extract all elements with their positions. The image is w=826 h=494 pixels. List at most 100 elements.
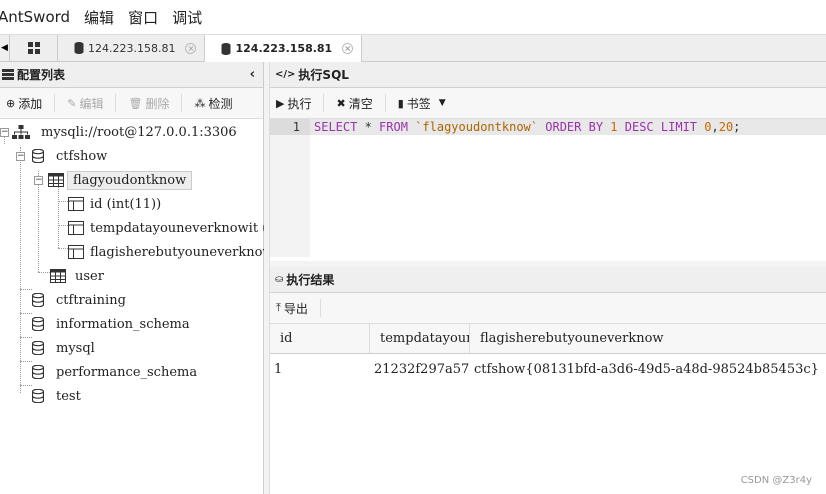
tab-label: 124.223.158.81 — [88, 41, 176, 55]
menu-edit[interactable]: 编辑 — [84, 7, 114, 28]
tree-line — [20, 147, 21, 393]
collapse-toggle-icon[interactable]: − — [0, 128, 9, 137]
upload-icon: ⤒ — [276, 301, 281, 314]
column-header[interactable]: flagisherebutyouneverknow — [470, 324, 826, 353]
collapse-icon[interactable]: ‹ — [250, 67, 255, 82]
tree-node-label: test — [56, 388, 81, 404]
sql-token: * — [357, 120, 380, 134]
menu-window[interactable]: 窗口 — [128, 7, 158, 28]
tree-line — [58, 201, 68, 202]
result-toolbar: ⤒ 导出 — [270, 293, 826, 324]
tree-node-label: mysqli://root@127.0.0.1:3306 — [41, 124, 237, 140]
toolbar-separator — [54, 94, 56, 112]
collapse-toggle-icon[interactable]: − — [34, 176, 43, 185]
sql-editor[interactable]: 1 SELECT * FROM `flagyoudontknow` ORDER … — [270, 119, 826, 261]
config-list-panel: 配置列表 ‹ ⊕ 添加 ✎ 编辑 🗑 删除 ⁂ 检测 − mysqli://ro… — [0, 62, 264, 494]
tree-line — [38, 171, 39, 272]
tree-node-table-flagyoudontknow[interactable]: flagyoudontknow — [48, 169, 193, 191]
tree-node-db[interactable]: performance_schema — [32, 361, 202, 383]
play-icon: ▶ — [276, 96, 285, 110]
panel-header: ⛀ 执行结果 — [270, 267, 826, 293]
table-cell: 1 — [274, 361, 283, 377]
tab-scroll-left-icon[interactable]: ◀ — [0, 35, 10, 61]
column-icon — [68, 221, 84, 235]
column-icon — [68, 245, 84, 259]
inbox-icon: ⛀ — [275, 274, 284, 285]
grid-icon — [27, 42, 40, 54]
tree-node-table-user[interactable]: user — [50, 265, 109, 287]
tab-connection-2[interactable]: 124.223.158.81 × — [205, 35, 363, 62]
tree-node-db[interactable]: test — [32, 385, 86, 407]
column-header[interactable]: id — [270, 324, 370, 353]
tab-label: 124.223.158.81 — [235, 42, 333, 55]
tree-node-db[interactable]: mysql — [32, 337, 100, 359]
tree-line — [4, 136, 5, 144]
pencil-icon: ✎ — [67, 96, 77, 110]
database-icon — [74, 42, 84, 54]
edit-button[interactable]: ✎ 编辑 — [67, 95, 103, 112]
close-icon[interactable]: × — [185, 42, 197, 54]
watermark: CSDN @Z3r4y — [740, 475, 812, 486]
sql-number: 20 — [718, 120, 734, 134]
toolbar-separator — [115, 94, 117, 112]
tree-node-column[interactable]: flagisherebutyouneverknow (varc — [68, 241, 264, 263]
tree-node-db-ctfshow[interactable]: ctfshow — [32, 145, 112, 167]
sql-identifier: `flagyoudontknow` — [415, 120, 539, 134]
tree-node-column[interactable]: id (int(11)) — [68, 193, 166, 215]
tree-node-label: mysql — [56, 340, 95, 356]
table-icon — [50, 269, 66, 283]
tree-node-db[interactable]: information_schema — [32, 313, 195, 335]
tree-line — [38, 272, 50, 273]
column-icon — [68, 197, 84, 211]
sql-token: ; — [733, 120, 741, 134]
export-label: 导出 — [283, 301, 308, 316]
menu-debug[interactable]: 调试 — [172, 7, 202, 28]
line-number: 1 — [270, 119, 310, 135]
tree-node-root[interactable]: mysqli://root@127.0.0.1:3306 — [12, 121, 242, 143]
toolbar-separator — [384, 94, 386, 112]
tree-node-label: ctfshow — [56, 148, 108, 164]
panel-title: 执行SQL — [298, 68, 349, 82]
column-header[interactable]: tempdatayoun… — [370, 324, 470, 353]
tree-node-label: id (int(11)) — [90, 196, 162, 212]
add-button[interactable]: ⊕ 添加 — [6, 95, 42, 112]
bookmark-button[interactable]: ▮ 书签 ▼ — [398, 95, 446, 112]
tree-node-db[interactable]: ctftraining — [32, 289, 131, 311]
trash-icon: 🗑 — [128, 96, 143, 110]
clear-button[interactable]: ✖ 清空 — [336, 95, 372, 112]
tree-node-column[interactable]: tempdatayouneverknowit (varcha — [68, 217, 264, 239]
code-line[interactable]: SELECT * FROM `flagyoudontknow` ORDER BY… — [310, 119, 826, 135]
detect-button[interactable]: ⁂ 检测 — [194, 95, 232, 112]
sql-keyword: LIMIT — [660, 120, 698, 134]
sql-panel: </> 执行SQL ▶ 执行 ✖ 清空 ▮ 书签 ▼ 1 SELECT * FROM `… — [270, 62, 826, 261]
tree-line — [58, 248, 68, 249]
collapse-toggle-icon[interactable]: − — [16, 152, 25, 161]
edit-label: 编辑 — [79, 96, 104, 111]
table-icon — [48, 173, 64, 187]
delete-button[interactable]: 🗑 删除 — [128, 95, 169, 112]
detect-label: 检测 — [208, 96, 233, 111]
sql-keyword: DESC — [624, 120, 654, 134]
export-button[interactable]: ⤒ 导出 — [276, 300, 308, 317]
result-grid-header: id tempdatayoun… flagisherebutyouneverkn… — [270, 324, 826, 354]
tab-connection-1[interactable]: 124.223.158.81 × — [58, 35, 206, 61]
caret-down-icon: ▼ — [438, 98, 446, 108]
table-row[interactable]: 1 21232f297a57a5a' ctfshow{08131bfd-a3d6… — [270, 354, 826, 384]
sql-number: 1 — [610, 120, 618, 134]
execute-label: 执行 — [287, 96, 312, 111]
tree-node-label: user — [75, 268, 104, 284]
tab-home[interactable] — [10, 35, 58, 61]
menubar: AntSword 编辑 窗口 调试 — [0, 0, 826, 35]
close-icon[interactable]: × — [342, 43, 354, 54]
table-cell: 21232f297a57a5a' — [374, 361, 470, 377]
tree-line — [20, 337, 32, 338]
tree-line — [58, 225, 68, 226]
tree-line — [20, 289, 32, 290]
plus-icon: ⊕ — [6, 96, 16, 110]
result-panel: ⛀ 执行结果 ⤒导出 id tempdatayoun… flagisherebu… — [270, 267, 826, 494]
sql-token: , — [711, 120, 719, 134]
tree-node-label: flagisherebutyouneverknow (varc — [90, 244, 264, 260]
execute-button[interactable]: ▶ 执行 — [276, 95, 311, 112]
database-icon — [32, 317, 44, 331]
panel-title: 执行结果 — [286, 273, 335, 287]
